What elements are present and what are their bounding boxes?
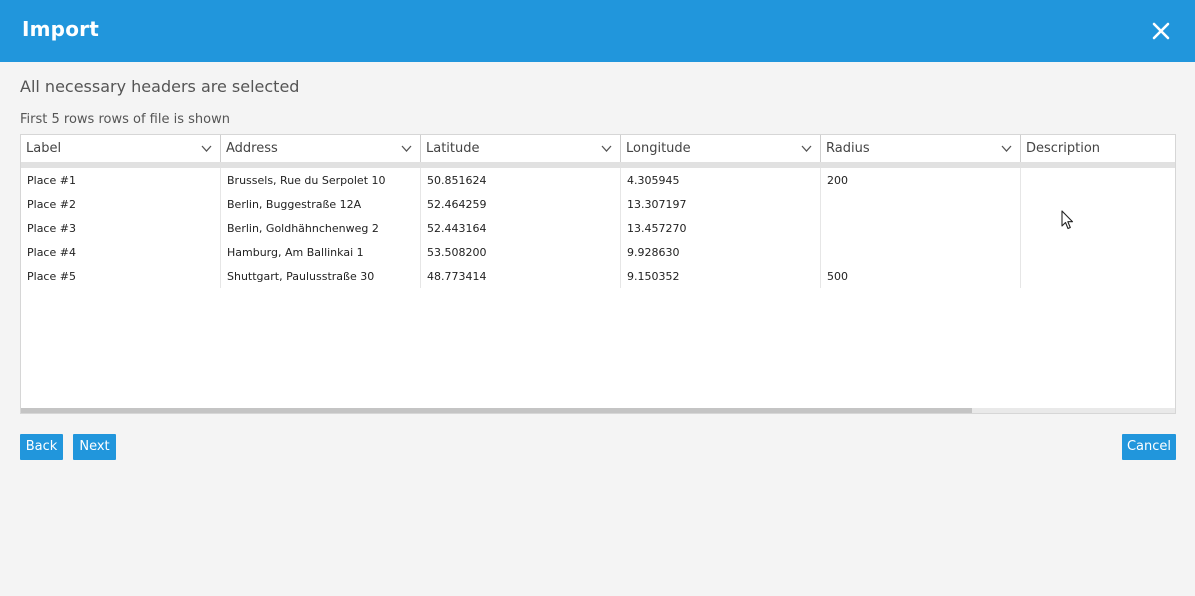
column-header-select[interactable]: Longitude <box>621 135 821 162</box>
table-cell: Shuttgart, Paulusstraße 30 <box>221 264 421 288</box>
chevron-down-icon <box>401 145 412 152</box>
scrollbar-thumb[interactable] <box>21 408 972 413</box>
table-cell: Place #1 <box>21 168 221 192</box>
table-cell: 13.457270 <box>621 216 821 240</box>
table-cell <box>1021 168 1175 192</box>
table-row: Place #2 Berlin, Buggestraße 12A 52.4642… <box>21 192 1175 216</box>
table-cell: Berlin, Buggestraße 12A <box>221 192 421 216</box>
table-cell: 4.305945 <box>621 168 821 192</box>
table-row: Place #5 Shuttgart, Paulusstraße 30 48.7… <box>21 264 1175 288</box>
table-cell <box>1021 192 1175 216</box>
table-cell: Berlin, Goldhähnchenweg 2 <box>221 216 421 240</box>
column-header-select[interactable]: Address <box>221 135 421 162</box>
chevron-down-icon <box>801 145 812 152</box>
table-cell: 52.464259 <box>421 192 621 216</box>
table-cell: Place #4 <box>21 240 221 264</box>
column-header-label: Radius <box>826 141 870 156</box>
column-header-select[interactable]: Description <box>1021 135 1175 162</box>
dialog-header: Import <box>0 0 1195 62</box>
close-icon[interactable] <box>1149 19 1173 43</box>
table-row: Place #1 Brussels, Rue du Serpolet 10 50… <box>21 168 1175 192</box>
preview-table: Label Address Latitude Longitude Radius … <box>20 134 1176 414</box>
table-body: Place #1 Brussels, Rue du Serpolet 10 50… <box>21 168 1175 288</box>
horizontal-scrollbar[interactable] <box>21 408 1175 413</box>
table-cell: 500 <box>821 264 1021 288</box>
table-cell: 50.851624 <box>421 168 621 192</box>
table-cell: Place #2 <box>21 192 221 216</box>
chevron-down-icon <box>201 145 212 152</box>
table-cell: 52.443164 <box>421 216 621 240</box>
preview-subtitle: First 5 rows rows of file is shown <box>20 112 230 127</box>
column-header-select[interactable]: Label <box>21 135 221 162</box>
table-cell: 48.773414 <box>421 264 621 288</box>
column-header-label: Longitude <box>626 141 691 156</box>
table-cell <box>1021 216 1175 240</box>
table-cell: Brussels, Rue du Serpolet 10 <box>221 168 421 192</box>
table-cell: 200 <box>821 168 1021 192</box>
table-row: Place #3 Berlin, Goldhähnchenweg 2 52.44… <box>21 216 1175 240</box>
column-header-select[interactable]: Radius <box>821 135 1021 162</box>
next-button[interactable]: Next <box>73 434 116 460</box>
table-cell: 9.928630 <box>621 240 821 264</box>
table-cell: Place #5 <box>21 264 221 288</box>
cancel-button[interactable]: Cancel <box>1122 434 1176 460</box>
chevron-down-icon <box>1001 145 1012 152</box>
column-header-label: Latitude <box>426 141 480 156</box>
table-cell: 53.508200 <box>421 240 621 264</box>
table-cell: 9.150352 <box>621 264 821 288</box>
table-cell: Place #3 <box>21 216 221 240</box>
back-button[interactable]: Back <box>20 434 63 460</box>
mouse-pointer-icon <box>1061 210 1075 230</box>
table-cell <box>1021 264 1175 288</box>
table-cell <box>821 192 1021 216</box>
column-header-label: Label <box>26 141 62 156</box>
table-cell: 13.307197 <box>621 192 821 216</box>
table-cell <box>821 216 1021 240</box>
column-header-label: Description <box>1026 141 1101 156</box>
column-header-select[interactable]: Latitude <box>421 135 621 162</box>
chevron-down-icon <box>601 145 612 152</box>
table-row: Place #4 Hamburg, Am Ballinkai 1 53.5082… <box>21 240 1175 264</box>
header-status-text: All necessary headers are selected <box>20 77 300 96</box>
table-cell <box>821 240 1021 264</box>
table-cell: Hamburg, Am Ballinkai 1 <box>221 240 421 264</box>
column-header-label: Address <box>226 141 278 156</box>
dialog-title: Import <box>22 17 99 41</box>
table-cell <box>1021 240 1175 264</box>
table-header-row: Label Address Latitude Longitude Radius … <box>21 135 1175 168</box>
